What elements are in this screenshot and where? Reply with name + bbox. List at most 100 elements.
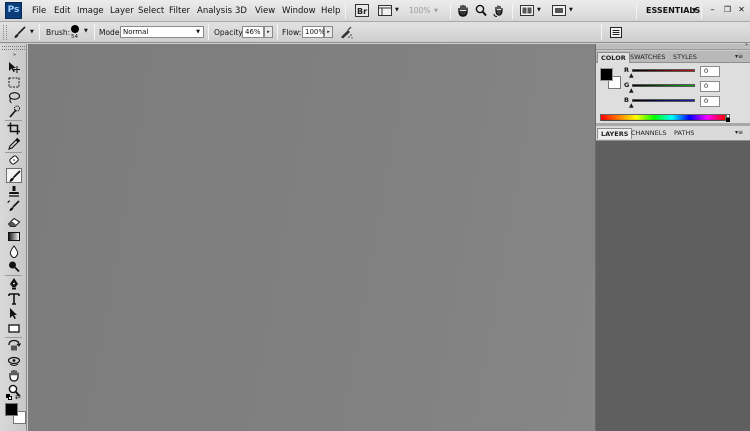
brush-picker[interactable]: 54 ▼ [69,24,91,41]
quick-selection-tool[interactable] [7,105,21,118]
airbrush-toggle[interactable] [338,25,354,40]
blue-slider-thumb[interactable]: ▲ [629,102,634,109]
tab-color[interactable]: COLOR [597,52,630,63]
history-brush-tool[interactable] [7,200,21,213]
minimize-button[interactable]: – [706,4,719,17]
flow-slider-toggle[interactable]: ▸ [324,26,333,38]
menu-image[interactable]: Image [77,6,104,16]
document-canvas-area[interactable] [28,44,595,431]
zoom-level[interactable]: 100% [409,6,430,15]
grip-handle[interactable] [3,25,7,40]
menu-view[interactable]: View [255,6,275,16]
tab-paths[interactable]: PATHS [671,128,697,139]
blend-mode-select[interactable]: Normal ▼ [120,26,204,38]
color-spectrum-bar[interactable] [600,114,726,121]
opacity-slider-toggle[interactable]: ▸ [264,26,273,38]
chevron-down-icon: ▼ [569,7,573,13]
pen-icon [10,278,18,290]
crop-tool[interactable] [7,122,21,135]
shape-tool[interactable] [7,322,21,335]
collapse-toolbox-icon[interactable]: » [13,52,16,58]
airbrush-icon [341,26,353,39]
swap-colors-icon[interactable]: ⇄ [15,393,21,401]
history-brush-icon [7,200,20,211]
red-slider[interactable] [632,69,695,72]
blue-slider[interactable] [632,99,695,102]
zoom-tool-button[interactable] [474,3,488,18]
view-extras-button[interactable]: ▼ [377,3,403,18]
3d-rotate-tool[interactable] [7,339,21,352]
lasso-icon [8,92,21,104]
menu-select[interactable]: Select [138,6,164,16]
3d-orbit-tool[interactable] [7,354,21,367]
menu-edit[interactable]: Edit [54,6,70,16]
foreground-color-swatch[interactable] [5,403,18,416]
clone-stamp-tool[interactable] [7,185,21,198]
pen-tool[interactable] [7,277,21,290]
spot-healing-tool[interactable] [7,154,21,167]
marquee-tool[interactable] [7,76,21,89]
foreground-color-swatch[interactable] [600,68,613,81]
red-slider-thumb[interactable]: ▲ [629,72,634,79]
path-selection-tool[interactable] [7,307,21,320]
chevron-down-icon: ▼ [30,29,34,35]
hand-tool[interactable] [7,369,21,382]
eyedropper-tool[interactable] [7,137,21,150]
arrange-documents-button[interactable]: ▼ [519,3,545,18]
type-tool[interactable] [7,292,21,305]
gradient-tool[interactable] [7,230,21,243]
menu-window[interactable]: Window [282,6,316,16]
toolbox-separator [5,337,22,338]
toolbox-grip[interactable] [2,46,25,50]
red-value-input[interactable]: 0 [700,66,720,77]
menu-help[interactable]: Help [321,6,340,16]
lasso-tool[interactable] [7,91,21,104]
layers-panel-tabs: LAYERS CHANNELS PATHS ▾≡ [596,126,750,141]
tool-preset-picker[interactable]: ▼ [11,25,37,40]
options-bar: ▼ Brush: 54 ▼ Mode: Normal ▼ Opacity: 46… [0,22,750,43]
menu-filter[interactable]: Filter [169,6,190,16]
chevron-down-icon[interactable]: ▼ [692,7,697,14]
menu-3d[interactable]: 3D [235,6,247,16]
collapse-dock-icon[interactable]: » [745,42,748,48]
photoshop-logo[interactable]: Ps [5,2,22,19]
hand-tool-button[interactable] [456,3,470,18]
close-button[interactable]: ✕ [735,4,748,17]
flow-label: Flow: [282,28,302,37]
brush-tool[interactable] [6,168,22,183]
blue-value-input[interactable]: 0 [700,96,720,107]
green-slider[interactable] [632,84,695,87]
layers-list[interactable] [596,141,750,431]
rotate-view-button[interactable] [492,3,506,18]
menu-analysis[interactable]: Analysis [197,6,232,16]
3d-orbit-icon [7,356,21,366]
screen-mode-button[interactable]: ▼ [551,3,577,18]
toolbox-separator [5,152,22,153]
flow-input[interactable]: 100% [302,26,325,38]
dock-header[interactable]: » [596,42,750,50]
green-value-input[interactable]: 0 [700,81,720,92]
menu-layer[interactable]: Layer [110,6,134,16]
dodge-tool[interactable] [7,260,21,273]
toolbox: » ⇄ [0,44,27,431]
tab-styles[interactable]: STYLES [670,52,700,63]
crop-icon [7,122,20,135]
panel-menu-icon[interactable]: ▾≡ [735,53,743,60]
restore-button[interactable]: ❐ [721,4,734,17]
opacity-input[interactable]: 46% [242,26,264,38]
move-tool[interactable] [7,61,21,74]
tab-swatches[interactable]: SWATCHES [627,52,668,63]
default-colors-button[interactable] [6,394,12,400]
menu-file[interactable]: File [32,6,46,16]
green-slider-thumb[interactable]: ▲ [629,87,634,94]
toggle-panels-button[interactable] [608,25,624,40]
spectrum-black-swatch[interactable] [726,118,730,122]
eraser-tool[interactable] [7,215,21,228]
eraser-icon [7,217,21,227]
brush-size: 54 [71,34,78,40]
chevron-down-icon: ▼ [537,7,541,13]
tab-channels[interactable]: CHANNELS [628,128,669,139]
launch-bridge-button[interactable]: Br [354,3,370,18]
blur-tool[interactable] [7,245,21,258]
panel-menu-icon[interactable]: ▾≡ [735,129,743,136]
